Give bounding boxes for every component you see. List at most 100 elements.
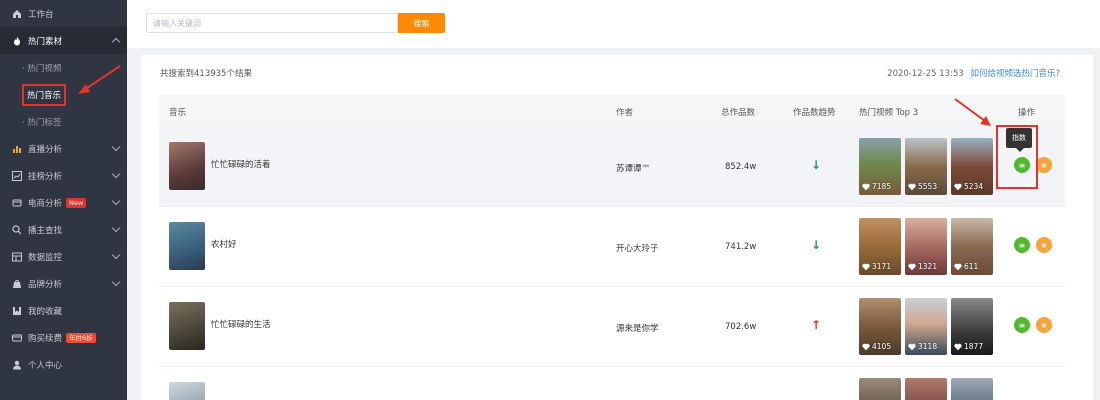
sidebar-item-data-monitor[interactable]: 数据监控	[0, 243, 127, 270]
likes-value: 5553	[918, 182, 938, 191]
video-thumbnail[interactable]: 7185	[859, 138, 901, 195]
sidebar-item-brand-analysis[interactable]: 品牌分析	[0, 270, 127, 297]
table-row[interactable]: 忙忙碌碌的活着 苏谭谭™ 852.4w ↓ 7185 5553 5234 ≡ ★	[159, 127, 1065, 207]
list-icon: ≡	[1018, 240, 1026, 250]
favorite-button[interactable]: ★	[1036, 317, 1052, 333]
search-button[interactable]: 搜索	[398, 13, 445, 33]
table-header: 音乐 作者 总作品数 作品数趋势 热门视频 Top 3 操作	[159, 95, 1065, 127]
fire-icon	[12, 36, 22, 46]
row-actions: ≡ ★	[1014, 237, 1052, 253]
sidebar-item-label: 播主查找	[28, 225, 63, 236]
sidebar-item-purchase-renew[interactable]: 购买续费 年付6折	[0, 324, 127, 351]
sidebar-item-label: 工作台	[28, 9, 54, 20]
sidebar-subitem-hot-videos[interactable]: · 热门视频	[0, 54, 127, 81]
sidebar-item-label: 品牌分析	[28, 279, 63, 290]
video-thumbnail[interactable]: 611	[951, 218, 993, 275]
video-thumbnail[interactable]	[951, 378, 993, 400]
music-title[interactable]: 农村好	[211, 238, 237, 250]
top3-videos: 7185 5553 5234	[859, 138, 993, 195]
likes-value: 3118	[918, 342, 938, 351]
header-music: 音乐	[169, 108, 187, 118]
video-thumbnail[interactable]: 3171	[859, 218, 901, 275]
chevron-down-icon	[111, 277, 121, 287]
sidebar-item-my-collection[interactable]: 我的收藏	[0, 297, 127, 324]
home-icon	[12, 9, 22, 19]
sidebar-item-label: 数据监控	[28, 252, 63, 263]
table-row[interactable]: 农村好 开心大玲子 741.2w ↓ 3171 1321 611 ≡ ★	[159, 207, 1065, 287]
sidebar: 工作台 热门素材 · 热门视频 热门音乐 · 热门标签 直播分析 挂榜分析 电商…	[0, 0, 127, 400]
likes-value: 7185	[872, 182, 892, 191]
favorite-button[interactable]: ★	[1036, 237, 1052, 253]
heart-icon	[862, 183, 870, 190]
music-cover	[169, 222, 205, 270]
star-icon: ★	[1040, 320, 1048, 330]
results-meta: 2020-12-25 13:53 如何给视频选热门音乐?	[887, 67, 1060, 79]
music-title[interactable]: 忙忙碌碌的生活	[211, 318, 271, 330]
sidebar-subitem-hot-music[interactable]: 热门音乐	[0, 81, 127, 108]
video-thumbnail[interactable]: 5234	[951, 138, 993, 195]
total-works: 852.4w	[725, 162, 757, 172]
heart-icon	[908, 343, 916, 350]
header-trend: 作品数趋势	[793, 108, 836, 118]
heart-icon	[908, 263, 916, 270]
likes-value: 1321	[918, 262, 938, 271]
chevron-down-icon	[111, 196, 121, 206]
trend-down-icon: ↓	[811, 238, 822, 252]
help-link[interactable]: 如何给视频选热门音乐?	[970, 69, 1060, 79]
index-button[interactable]: ≡	[1014, 237, 1030, 253]
sidebar-subitem-label: · 热门视频	[22, 63, 62, 74]
sidebar-item-workbench[interactable]: 工作台	[0, 0, 127, 27]
video-thumbnail[interactable]: 1877	[951, 298, 993, 355]
video-thumbnail[interactable]: 1321	[905, 218, 947, 275]
heart-icon	[862, 343, 870, 350]
header-total: 总作品数	[721, 108, 756, 118]
video-thumbnail[interactable]	[905, 378, 947, 400]
video-thumbnail[interactable]: 4105	[859, 298, 901, 355]
sidebar-item-ecommerce-analysis[interactable]: 电商分析 New	[0, 189, 127, 216]
sidebar-item-profile[interactable]: 个人中心	[0, 351, 127, 378]
top3-videos: 4105 3118 1877	[859, 298, 993, 355]
sidebar-item-ranking-analysis[interactable]: 挂榜分析	[0, 162, 127, 189]
list-icon: ≡	[1018, 320, 1026, 330]
favorite-button[interactable]: ★	[1036, 157, 1052, 173]
heart-icon	[862, 263, 870, 270]
likes-value: 611	[964, 262, 979, 271]
top3-videos	[859, 378, 993, 400]
row-actions: ≡ ★	[1014, 317, 1052, 333]
search-input[interactable]	[146, 13, 398, 33]
top-search-bar: 搜索	[127, 0, 1100, 48]
header-top3: 热门视频 Top 3	[859, 108, 919, 118]
likes-value: 3171	[872, 262, 892, 271]
table-row[interactable]	[159, 367, 1065, 400]
video-thumbnail[interactable]: 5553	[905, 138, 947, 195]
header-author: 作者	[616, 108, 634, 118]
sidebar-subitem-hot-tags[interactable]: · 热门标签	[0, 108, 127, 135]
author-name[interactable]: 苏谭谭™	[616, 162, 650, 174]
video-thumbnail[interactable]	[859, 378, 901, 400]
likes-count: 7185	[862, 182, 891, 191]
table-row[interactable]: 忙忙碌碌的生活 源来是你学 702.6w ↑ 4105 3118 1877 ≡ …	[159, 287, 1065, 367]
star-icon: ★	[1040, 240, 1048, 250]
sidebar-item-creator-search[interactable]: 播主查找	[0, 216, 127, 243]
likes-count: 3118	[908, 342, 937, 351]
index-button[interactable]: ≡	[1014, 317, 1030, 333]
music-title[interactable]: 忙忙碌碌的活着	[211, 158, 271, 170]
chevron-down-icon	[111, 142, 121, 152]
bar-chart-icon	[12, 144, 22, 154]
sidebar-item-label: 热门素材	[28, 36, 63, 47]
sidebar-subitem-label: 热门音乐	[22, 83, 67, 106]
cart-icon	[12, 198, 22, 208]
author-name[interactable]: 开心大玲子	[616, 242, 659, 254]
chevron-down-icon	[111, 223, 121, 233]
top3-videos: 3171 1321 611	[859, 218, 993, 275]
likes-count: 5234	[954, 182, 983, 191]
header-ops: 操作	[1018, 108, 1036, 118]
card-icon	[12, 333, 22, 343]
trend-icon	[12, 170, 22, 181]
star-icon: ★	[1040, 160, 1048, 170]
discount-badge: 年付6折	[66, 332, 96, 343]
video-thumbnail[interactable]: 3118	[905, 298, 947, 355]
author-name[interactable]: 源来是你学	[616, 322, 659, 334]
sidebar-item-hot-materials[interactable]: 热门素材	[0, 27, 127, 54]
sidebar-item-live-analysis[interactable]: 直播分析	[0, 135, 127, 162]
